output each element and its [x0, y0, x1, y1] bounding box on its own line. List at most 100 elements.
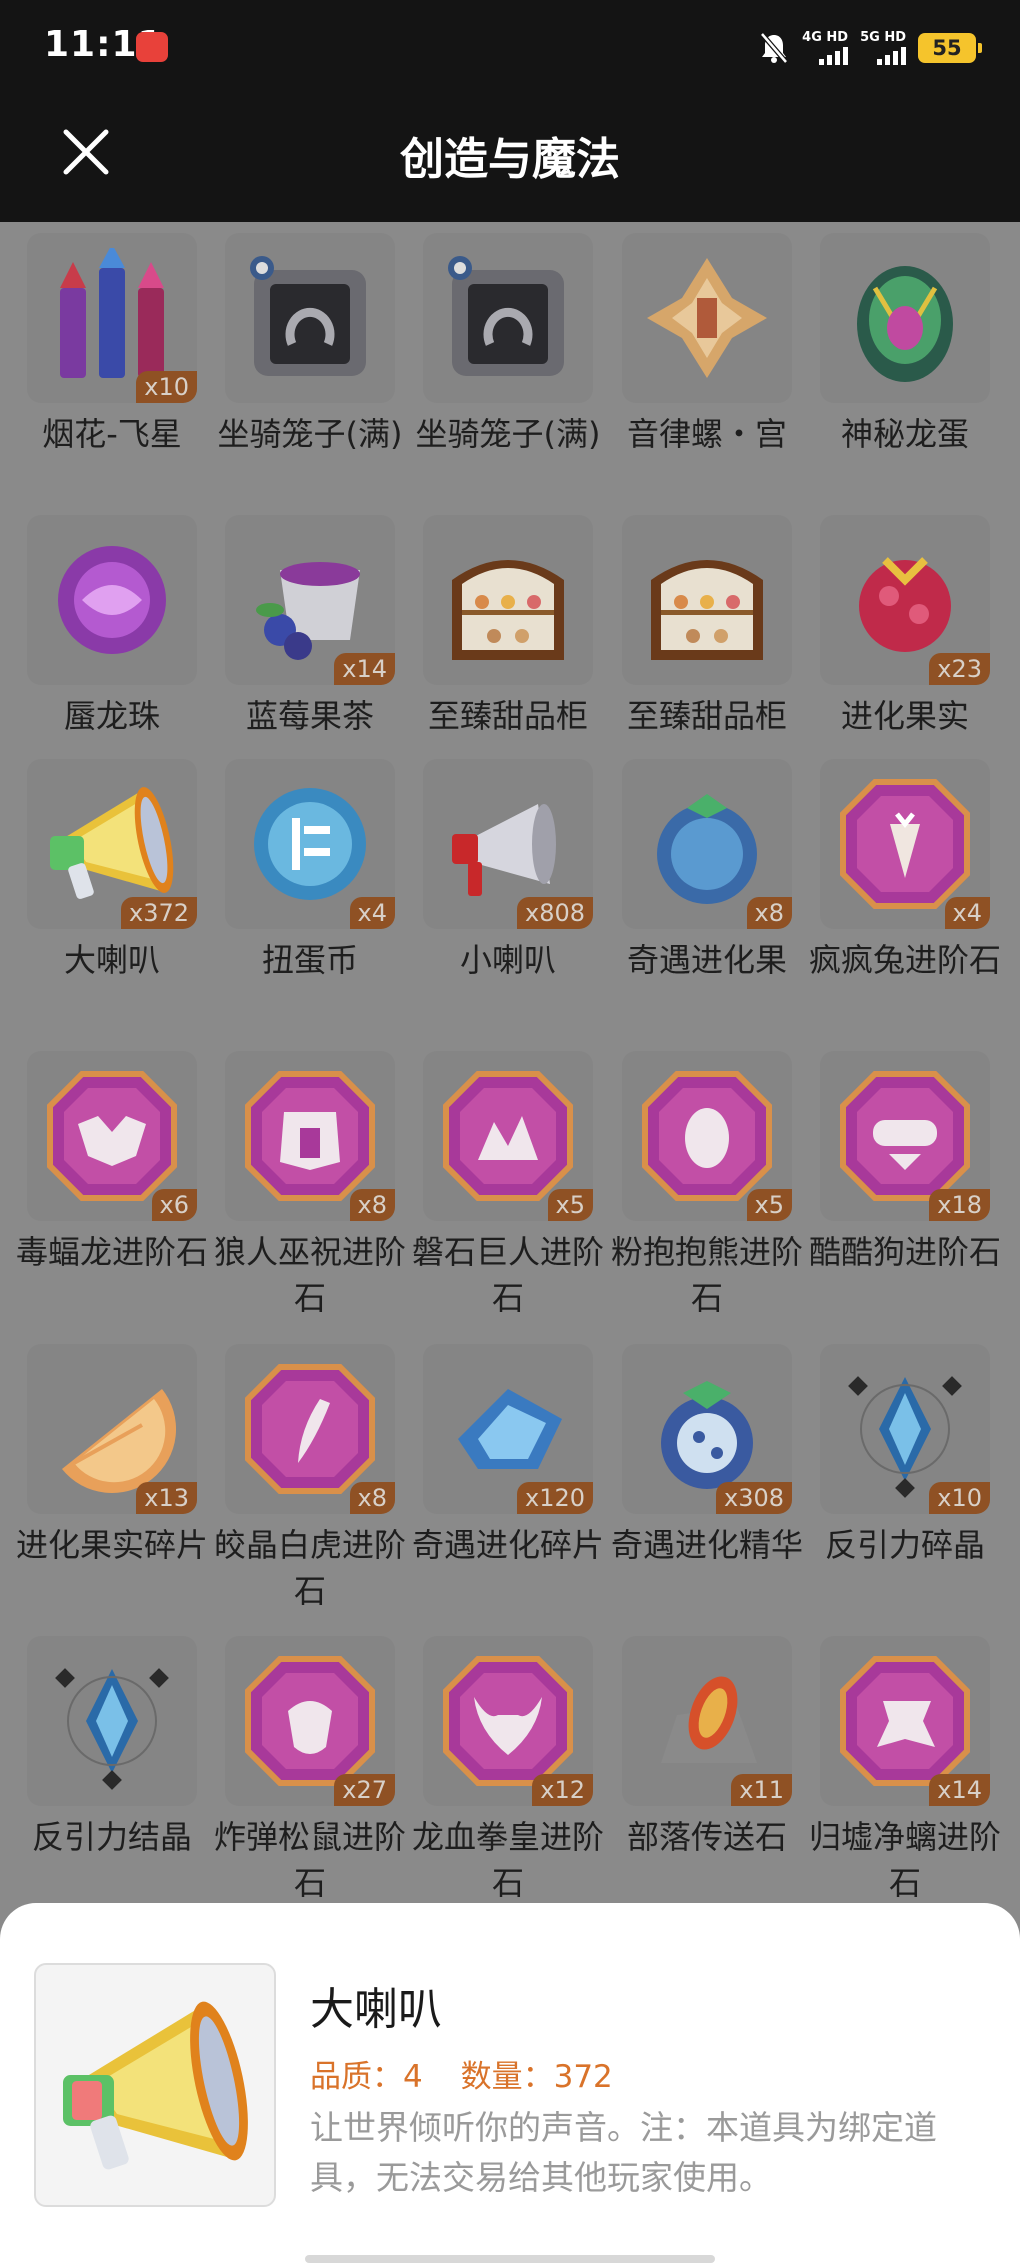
item-name: 反引力结晶	[31, 1818, 192, 1856]
firework-rockets-icon	[60, 248, 164, 378]
item-name: 进化果实	[840, 697, 969, 735]
item-tile[interactable]	[820, 233, 990, 403]
item-tile[interactable]: x13	[27, 1344, 197, 1514]
item-tile[interactable]	[622, 515, 792, 685]
item-tile[interactable]: x11	[622, 1636, 792, 1806]
battery-icon: 55	[918, 33, 982, 63]
item-count-badge: x6	[151, 1189, 197, 1221]
quantity-label: 数量：	[460, 2059, 554, 2095]
item-name: 反引力碎晶	[824, 1526, 985, 1564]
item-tile[interactable]: x8	[622, 759, 792, 929]
status-bar: 11:11 4G HD 5G HD 55	[0, 0, 1020, 95]
title-bar: 创造与魔法	[0, 95, 1020, 222]
item-count-badge: x18	[929, 1189, 990, 1221]
item-tile[interactable]: x6	[27, 1051, 197, 1221]
item-tile[interactable]: x10	[820, 1344, 990, 1514]
item-tile[interactable]: x808	[423, 759, 593, 929]
gem-bat-icon	[47, 1071, 177, 1201]
item-tile[interactable]	[27, 515, 197, 685]
item-name: 大喇叭	[63, 941, 160, 979]
fruit-slice-icon	[62, 1389, 177, 1494]
dessert-cabinet-icon	[651, 560, 763, 660]
item-tile[interactable]: x4	[820, 759, 990, 929]
item-name: 小喇叭	[459, 941, 556, 979]
small-horn-icon	[452, 804, 556, 896]
signal-4g-label: 4G HD	[802, 30, 849, 45]
item-name: 毒蝠龙进阶石	[15, 1233, 208, 1271]
purple-orb-icon	[58, 546, 166, 654]
item-tile[interactable]: x120	[423, 1344, 593, 1514]
item-count-badge: x23	[929, 653, 990, 685]
item-name: 龙血拳皇进阶石	[411, 1818, 604, 1902]
item-tile[interactable]: x14	[225, 515, 395, 685]
item-tile[interactable]	[225, 233, 395, 403]
item-name: 狼人巫祝进阶石	[213, 1233, 406, 1317]
item-tile[interactable]: x14	[820, 1636, 990, 1806]
item-name: 至臻甜品柜	[427, 697, 588, 735]
item-name: 蓝莓果茶	[245, 697, 374, 735]
dragon-egg-icon	[857, 266, 953, 382]
item-name: 酷酷狗进阶石	[808, 1233, 1001, 1271]
gem-egg-icon	[642, 1071, 772, 1201]
detail-item-name: 大喇叭	[310, 1984, 442, 2035]
item-tile[interactable]: x5	[622, 1051, 792, 1221]
item-count-badge: x14	[334, 653, 395, 685]
gem-goggles-icon	[840, 1071, 970, 1201]
conch-shell-icon	[647, 258, 767, 378]
item-count-badge: x4	[349, 897, 395, 929]
item-count-badge: x10	[929, 1482, 990, 1514]
item-tile[interactable]	[622, 233, 792, 403]
item-tile[interactable]	[423, 233, 593, 403]
item-count-badge: x120	[516, 1482, 593, 1514]
item-name: 奇遇进化碎片	[411, 1526, 604, 1564]
item-count-badge: x12	[532, 1774, 593, 1806]
item-count-badge: x5	[746, 1189, 792, 1221]
item-name: 音律螺・宫	[626, 415, 787, 453]
detail-item-image	[34, 1963, 276, 2207]
item-tile[interactable]: x12	[423, 1636, 593, 1806]
item-tile[interactable]	[423, 515, 593, 685]
item-detail-sheet: 大喇叭 品质：4 数量：372 让世界倾听你的声音。注：本道具为绑定道具，无法交…	[0, 1903, 1020, 2267]
item-count-badge: x10	[136, 371, 197, 403]
detail-quantity: 数量：372	[461, 2059, 613, 2095]
item-tile[interactable]: x8	[225, 1051, 395, 1221]
gem-acorn-icon	[245, 1656, 375, 1786]
detail-item-meta: 品质：4 数量：372	[310, 2051, 641, 2096]
item-count-badge: x5	[547, 1189, 593, 1221]
crystal-shard-icon	[458, 1389, 562, 1469]
item-count-badge: x27	[334, 1774, 395, 1806]
item-count-badge: x4	[944, 897, 990, 929]
item-tile[interactable]: x308	[622, 1344, 792, 1514]
item-tile[interactable]: x372	[27, 759, 197, 929]
signal-bars-icon	[877, 47, 906, 65]
status-indicators: 4G HD 5G HD 55	[758, 28, 982, 68]
page-title: 创造与魔法	[400, 134, 620, 185]
item-tile[interactable]: x23	[820, 515, 990, 685]
item-tile[interactable]: x10	[27, 233, 197, 403]
item-name: 炸弹松鼠进阶石	[213, 1818, 406, 1902]
megaphone-icon	[63, 2001, 248, 2170]
item-tile[interactable]	[27, 1636, 197, 1806]
item-name: 坐骑笼子(满)	[415, 415, 601, 453]
item-name: 蜃龙珠	[63, 697, 160, 735]
item-name: 进化果实碎片	[15, 1526, 208, 1564]
item-name: 烟花-飞星	[42, 415, 182, 453]
battery-level: 55	[932, 36, 962, 60]
gem-wolf-icon	[245, 1071, 375, 1201]
home-indicator[interactable]	[305, 2255, 715, 2263]
item-count-badge: x808	[516, 897, 593, 929]
item-tile[interactable]: x18	[820, 1051, 990, 1221]
item-name: 扭蛋币	[261, 941, 358, 979]
app-notification-icon	[136, 32, 168, 62]
item-tile[interactable]: x4	[225, 759, 395, 929]
antigravity-crystal-icon	[55, 1668, 169, 1790]
item-tile[interactable]: x8	[225, 1344, 395, 1514]
antigravity-crystal-icon	[848, 1376, 962, 1498]
gacha-coin-icon	[254, 788, 366, 900]
item-grid[interactable]: x10 烟花-飞星 坐骑笼子(满) 坐骑笼子(满) 音律螺・宫 神秘龙蛋 蜃龙珠 x14 蓝莓果…	[0, 222, 1020, 1902]
item-count-badge: x8	[349, 1482, 395, 1514]
item-tile[interactable]: x5	[423, 1051, 593, 1221]
item-count-badge: x13	[136, 1482, 197, 1514]
mount-cage-icon	[250, 256, 366, 376]
item-tile[interactable]: x27	[225, 1636, 395, 1806]
